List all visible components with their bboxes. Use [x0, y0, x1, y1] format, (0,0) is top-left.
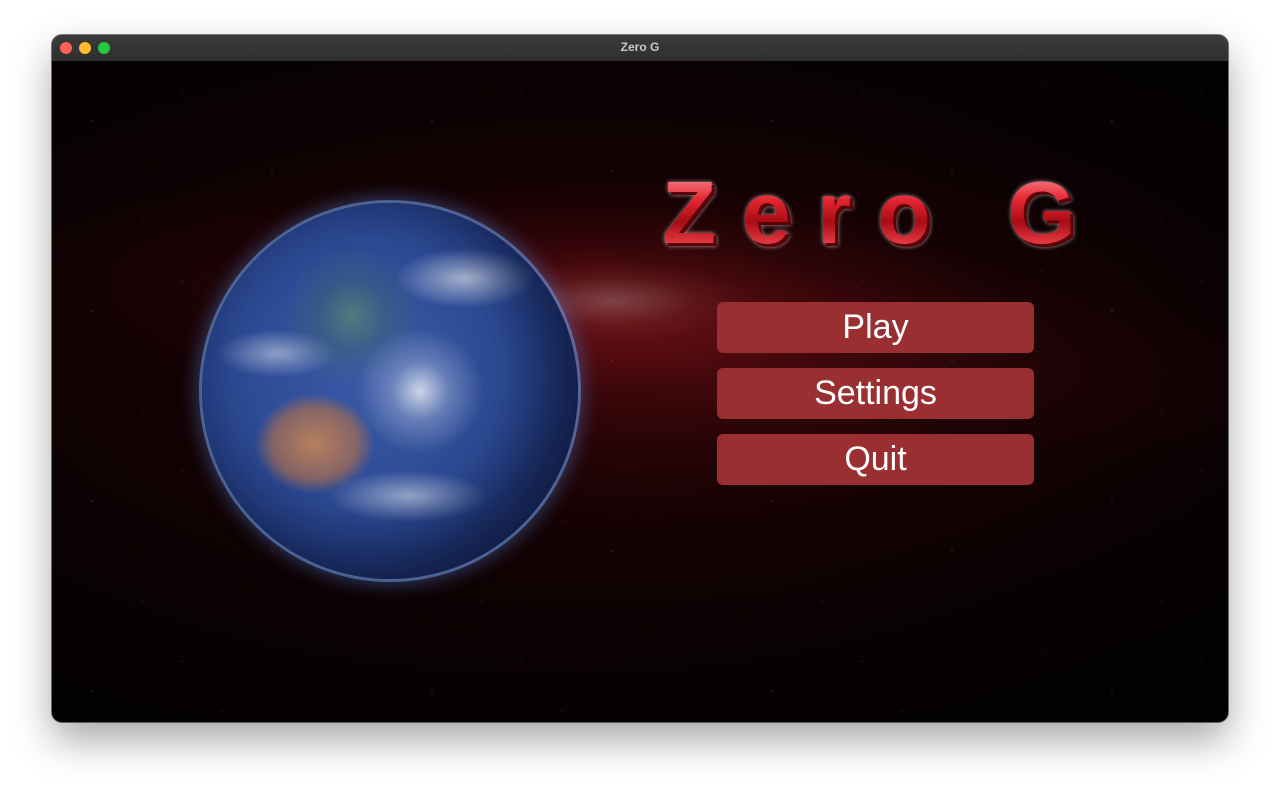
app-window: Zero G Zero G Play Settings Quit — [52, 35, 1228, 722]
window-title: Zero G — [620, 40, 660, 54]
game-logo-title: Zero G — [652, 169, 1112, 257]
play-button[interactable]: Play — [717, 302, 1034, 353]
quit-button[interactable]: Quit — [717, 434, 1034, 485]
earth-planet-image — [202, 203, 578, 579]
game-main-menu: Zero G Play Settings Quit — [52, 61, 1228, 722]
settings-button[interactable]: Settings — [717, 368, 1034, 419]
main-menu: Play Settings Quit — [717, 302, 1034, 500]
title-bar[interactable]: Zero G — [52, 35, 1228, 62]
